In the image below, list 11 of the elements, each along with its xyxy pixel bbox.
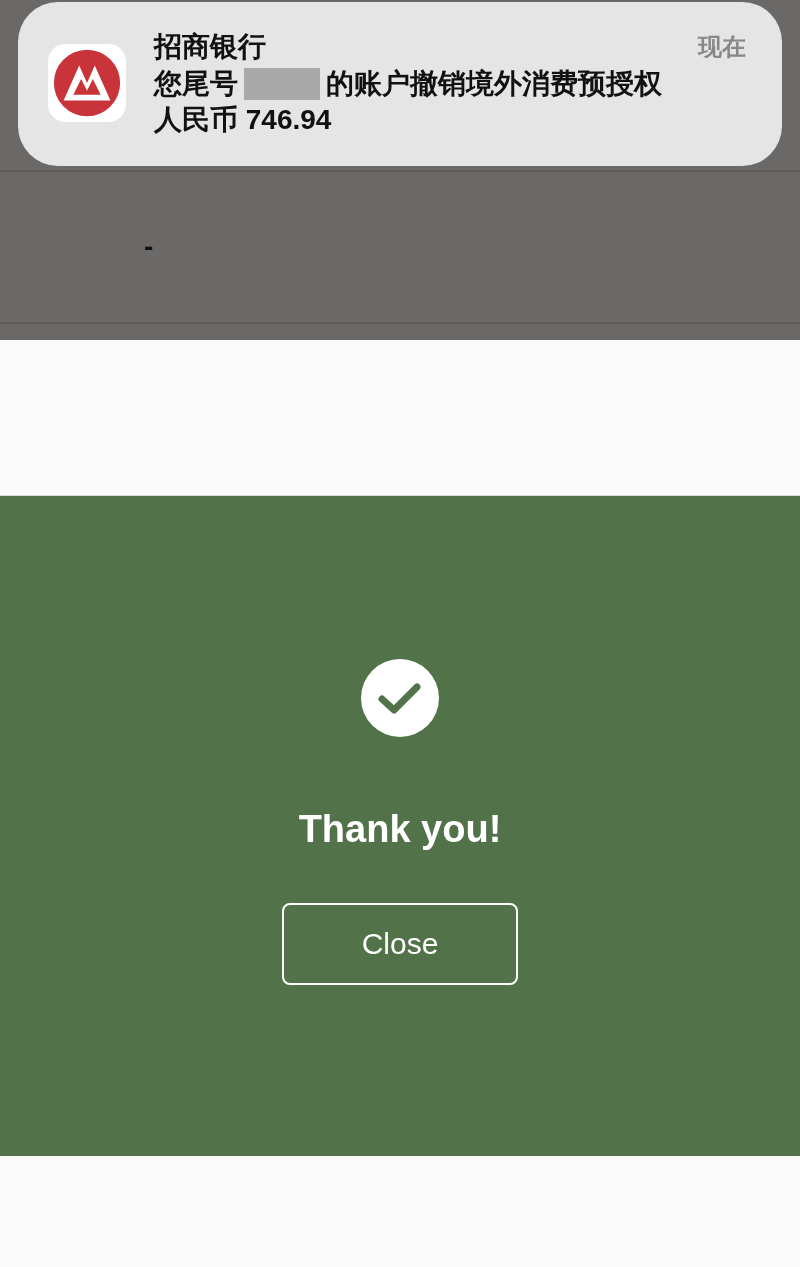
thank-you-title: Thank you!: [298, 808, 502, 851]
notification-banner[interactable]: 招商银行 现在 您尾号 的账户撤销境外消费预授权 人民币 746.94: [18, 2, 782, 166]
message-text: 的账户撤销境外消费预授权: [326, 67, 662, 101]
dash-text: -: [144, 231, 154, 263]
checkmark-icon: [360, 658, 440, 738]
message-text: 您尾号: [154, 67, 238, 101]
bank-logo-icon: [48, 44, 126, 122]
close-button[interactable]: Close: [282, 903, 518, 985]
amount-text: 人民币 746.94: [154, 103, 332, 137]
notification-time: 现在: [698, 32, 746, 62]
app-name: 招商银行: [154, 30, 266, 64]
